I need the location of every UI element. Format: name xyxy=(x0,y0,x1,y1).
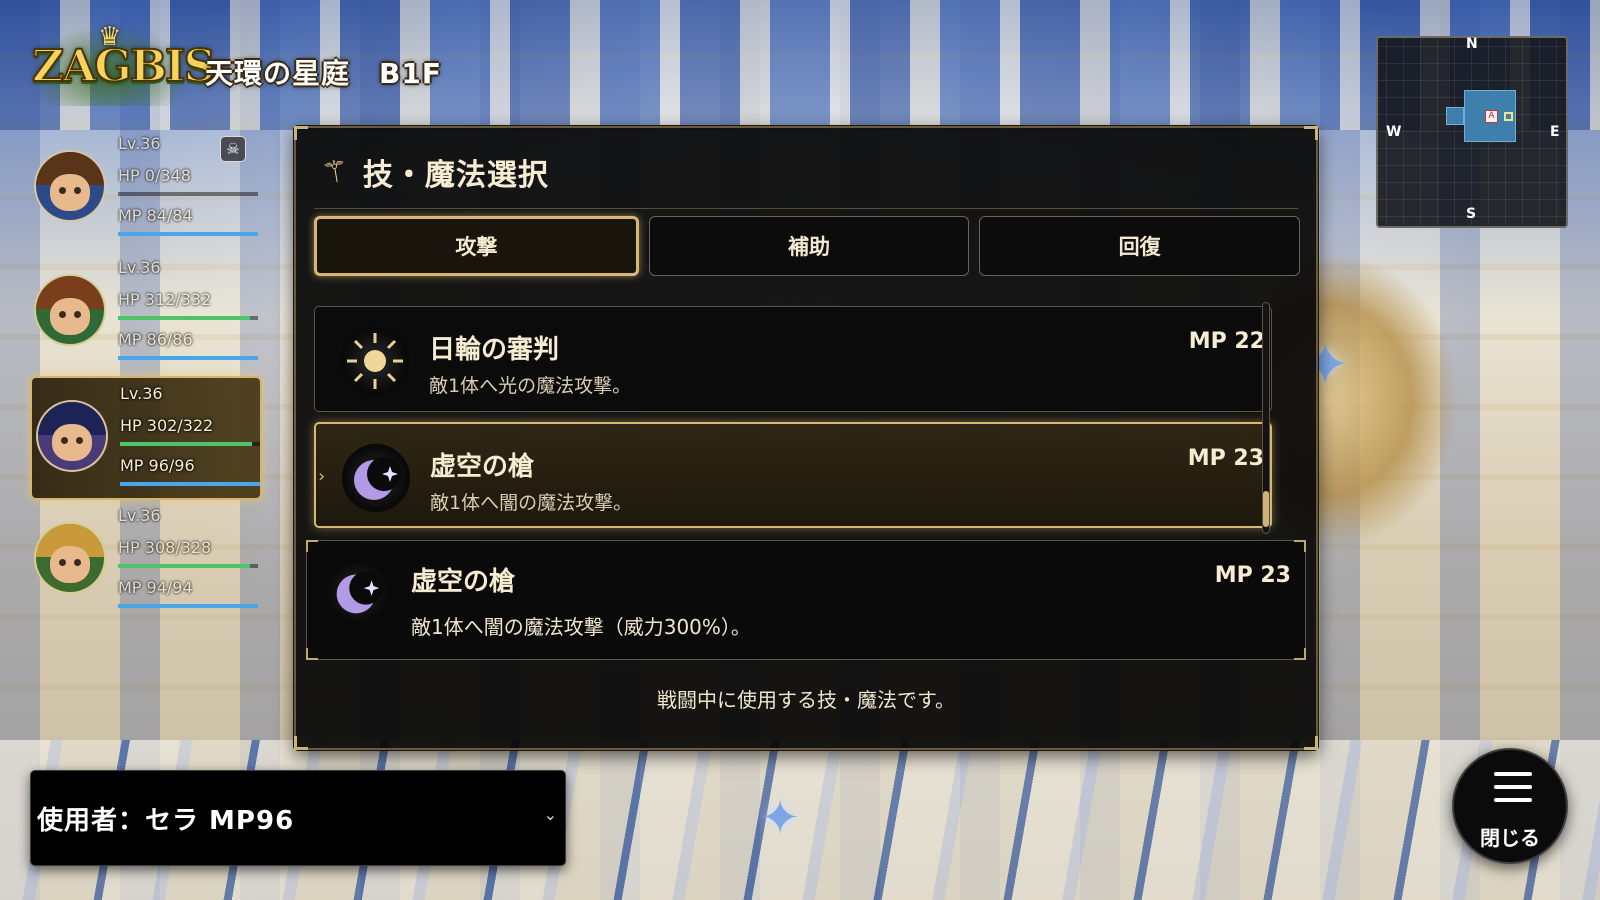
panel-corner xyxy=(294,736,308,750)
detail-skill-description: 敵1体へ闇の魔法攻撃（威力300%）。 xyxy=(411,615,751,639)
location-label: 天環の星庭 B1F xyxy=(205,57,442,90)
skill-category-tabs: 攻撃 補助 回復 xyxy=(314,216,1301,276)
detail-corner xyxy=(1294,648,1306,660)
hp-bar xyxy=(118,192,258,196)
member-level: Lv.36 xyxy=(120,384,163,403)
avatar xyxy=(34,522,106,594)
party-member[interactable]: Lv.36 HP 302/322 MP 96/96 xyxy=(30,376,262,500)
hp-bar xyxy=(120,442,260,446)
skill-description: 敵1体へ闇の魔法攻撃。 xyxy=(430,492,633,514)
member-level: Lv.36 xyxy=(118,258,161,277)
detail-mp-cost: MP 23 xyxy=(1214,563,1291,588)
skill-mp-cost: MP 22 xyxy=(1188,329,1265,354)
panel-divider xyxy=(314,208,1298,209)
minimap-door-icon xyxy=(1504,112,1513,121)
crescent-moon-icon xyxy=(325,559,391,625)
tab-attack[interactable]: 攻撃 xyxy=(314,216,639,276)
user-select-dropdown[interactable]: 使用者：セラ MP96 ⌄ xyxy=(30,770,566,866)
detail-skill-name: 虚空の槍 xyxy=(411,567,516,597)
member-hp: HP 0/348 xyxy=(118,166,191,185)
mp-bar xyxy=(118,356,258,360)
member-hp: HP 308/328 xyxy=(118,538,212,557)
close-button[interactable]: 閉じる xyxy=(1452,748,1568,864)
party-member[interactable]: Lv.36 HP 312/332 MP 86/86 xyxy=(30,252,262,376)
minimap-south-label: S xyxy=(1466,206,1477,222)
avatar xyxy=(34,150,106,222)
minimap-east-label: E xyxy=(1550,124,1560,140)
selection-arrow-icon: › xyxy=(318,466,326,487)
crescent-moon-icon xyxy=(342,444,410,512)
skill-item-sun-judgment[interactable]: 日輪の審判 敵1体へ光の魔法攻撃。 MP 22 xyxy=(314,306,1272,412)
member-mp: MP 94/94 xyxy=(118,578,193,597)
mp-bar xyxy=(118,604,258,608)
sun-icon xyxy=(341,327,409,395)
skill-list-scrollbar[interactable] xyxy=(1262,302,1270,534)
hp-bar xyxy=(118,316,258,320)
member-mp: MP 84/84 xyxy=(118,206,193,225)
chevron-down-icon: ⌄ xyxy=(543,805,557,824)
tab-recovery[interactable]: 回復 xyxy=(979,216,1301,276)
party-member[interactable]: Lv.36 HP 0/348 MP 84/84 ☠ xyxy=(30,128,262,252)
menu-icon xyxy=(1494,772,1532,802)
panel-corner xyxy=(294,126,308,140)
member-hp: HP 302/322 xyxy=(120,416,214,435)
member-level: Lv.36 xyxy=(118,506,161,525)
minimap[interactable]: N S W E A xyxy=(1376,36,1568,228)
skull-icon: ☠ xyxy=(220,136,246,162)
crown-icon: ♛ xyxy=(98,22,122,52)
skill-list: 日輪の審判 敵1体へ光の魔法攻撃。 MP 22 › 虚空の槍 敵1体へ闇の魔法攻… xyxy=(314,306,1272,532)
skill-name: 日輪の審判 xyxy=(429,335,560,365)
skill-select-panel: ⚚ 技・魔法選択 攻撃 補助 回復 日輪の審判 敵1体へ光の魔法攻撃。 MP 2… xyxy=(294,126,1318,750)
member-hp: HP 312/332 xyxy=(118,290,212,309)
detail-corner xyxy=(306,540,318,552)
close-button-label: 閉じる xyxy=(1480,826,1540,850)
avatar xyxy=(36,400,108,472)
background-star-icon: ✦ xyxy=(760,790,801,846)
panel-footer-hint: 戦闘中に使用する技・魔法です。 xyxy=(657,688,955,712)
party-list: Lv.36 HP 0/348 MP 84/84 ☠ Lv.36 HP 312/3… xyxy=(30,128,262,624)
hp-bar xyxy=(118,564,258,568)
tab-support[interactable]: 補助 xyxy=(648,216,970,276)
magic-wand-icon: ⚚ xyxy=(319,152,352,192)
mp-bar xyxy=(118,232,258,236)
panel-corner xyxy=(1304,736,1318,750)
minimap-west-label: W xyxy=(1386,124,1402,140)
party-member[interactable]: Lv.36 HP 308/328 MP 94/94 xyxy=(30,500,262,624)
minimap-north-label: N xyxy=(1466,36,1478,52)
minimap-player-marker: A xyxy=(1485,110,1498,123)
panel-header: ⚚ 技・魔法選択 xyxy=(319,152,549,193)
minimap-room xyxy=(1446,107,1464,125)
detail-corner xyxy=(306,648,318,660)
panel-corner xyxy=(1304,126,1318,140)
member-mp: MP 86/86 xyxy=(118,330,193,349)
scrollbar-thumb[interactable] xyxy=(1263,491,1269,527)
mp-bar xyxy=(120,482,260,486)
skill-detail-box: 虚空の槍 敵1体へ闇の魔法攻撃（威力300%）。 MP 23 xyxy=(306,540,1306,660)
avatar xyxy=(34,274,106,346)
detail-corner xyxy=(1294,540,1306,552)
member-mp: MP 96/96 xyxy=(120,456,195,475)
member-level: Lv.36 xyxy=(118,134,161,153)
panel-title: 技・魔法選択 xyxy=(362,158,549,193)
skill-name: 虚空の槍 xyxy=(430,452,535,482)
user-select-value: 使用者：セラ MP96 xyxy=(37,805,295,836)
skill-item-void-spear[interactable]: › 虚空の槍 敵1体へ闇の魔法攻撃。 MP 23 xyxy=(314,422,1272,528)
skill-mp-cost: MP 23 xyxy=(1187,446,1264,471)
skill-description: 敵1体へ光の魔法攻撃。 xyxy=(429,375,632,397)
